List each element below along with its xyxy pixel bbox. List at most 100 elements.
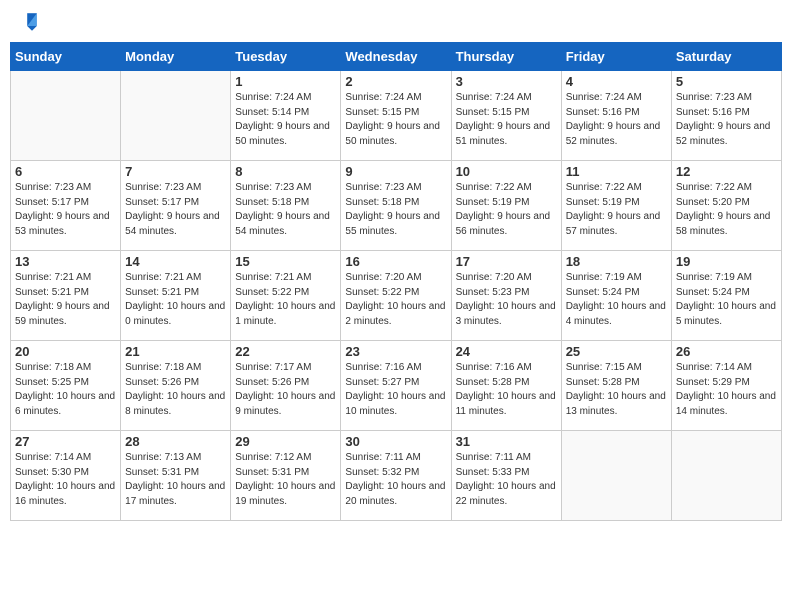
calendar-cell (11, 71, 121, 161)
day-info: Sunrise: 7:23 AM Sunset: 5:18 PM Dayligh… (345, 181, 446, 239)
day-header-thursday: Thursday (451, 43, 561, 71)
logo-icon (16, 10, 40, 34)
calendar-week-row: 1Sunrise: 7:24 AM Sunset: 5:14 PM Daylig… (11, 71, 782, 161)
calendar-header-row: SundayMondayTuesdayWednesdayThursdayFrid… (11, 43, 782, 71)
calendar-cell: 21 Sunrise: 7:18 AM Sunset: 5:26 PM Dayli… (121, 341, 231, 431)
calendar-cell: 10 Sunrise: 7:22 AM Sunset: 5:19 PM Dayli… (451, 161, 561, 251)
calendar-table: SundayMondayTuesdayWednesdayThursdayFrid… (10, 42, 782, 521)
calendar-cell: 15 Sunrise: 7:21 AM Sunset: 5:22 PM Dayli… (231, 251, 341, 341)
day-info: Sunrise: 7:11 AM Sunset: 5:32 PM Dayligh… (345, 451, 446, 509)
day-number: 19 (676, 254, 777, 269)
day-number: 5 (676, 74, 777, 89)
day-header-tuesday: Tuesday (231, 43, 341, 71)
calendar-week-row: 27Sunrise: 7:14 AM Sunset: 5:30 PM Dayli… (11, 431, 782, 521)
day-number: 16 (345, 254, 446, 269)
day-info: Sunrise: 7:22 AM Sunset: 5:19 PM Dayligh… (566, 181, 667, 239)
calendar-cell: 1Sunrise: 7:24 AM Sunset: 5:14 PM Daylig… (231, 71, 341, 161)
logo (14, 10, 40, 34)
calendar-cell: 13 Sunrise: 7:21 AM Sunset: 5:21 PM Dayli… (11, 251, 121, 341)
day-info: Sunrise: 7:17 AM Sunset: 5:26 PM Dayligh… (235, 361, 336, 419)
day-number: 24 (456, 344, 557, 359)
day-info: Sunrise: 7:18 AM Sunset: 5:26 PM Dayligh… (125, 361, 226, 419)
day-info: Sunrise: 7:16 AM Sunset: 5:28 PM Dayligh… (456, 361, 557, 419)
day-number: 22 (235, 344, 336, 359)
day-info: Sunrise: 7:22 AM Sunset: 5:19 PM Dayligh… (456, 181, 557, 239)
day-header-saturday: Saturday (671, 43, 781, 71)
day-info: Sunrise: 7:13 AM Sunset: 5:31 PM Dayligh… (125, 451, 226, 509)
day-number: 20 (15, 344, 116, 359)
calendar-cell: 26 Sunrise: 7:14 AM Sunset: 5:29 PM Dayli… (671, 341, 781, 431)
day-info: Sunrise: 7:20 AM Sunset: 5:23 PM Dayligh… (456, 271, 557, 329)
day-info: Sunrise: 7:21 AM Sunset: 5:21 PM Dayligh… (15, 271, 116, 329)
day-info: Sunrise: 7:21 AM Sunset: 5:21 PM Dayligh… (125, 271, 226, 329)
day-number: 17 (456, 254, 557, 269)
calendar-cell: 31 Sunrise: 7:11 AM Sunset: 5:33 PM Dayli… (451, 431, 561, 521)
calendar-cell: 23 Sunrise: 7:16 AM Sunset: 5:27 PM Dayli… (341, 341, 451, 431)
day-number: 7 (125, 164, 226, 179)
calendar-cell: 3 Sunrise: 7:24 AM Sunset: 5:15 PM Daylig… (451, 71, 561, 161)
day-header-friday: Friday (561, 43, 671, 71)
day-info: Sunrise: 7:20 AM Sunset: 5:22 PM Dayligh… (345, 271, 446, 329)
calendar-cell: 6 Sunrise: 7:23 AM Sunset: 5:17 PM Daylig… (11, 161, 121, 251)
day-info: Sunrise: 7:18 AM Sunset: 5:25 PM Dayligh… (15, 361, 116, 419)
day-number: 11 (566, 164, 667, 179)
day-info: Sunrise: 7:19 AM Sunset: 5:24 PM Dayligh… (676, 271, 777, 329)
day-number: 21 (125, 344, 226, 359)
day-number: 10 (456, 164, 557, 179)
day-info: Sunrise: 7:21 AM Sunset: 5:22 PM Dayligh… (235, 271, 336, 329)
calendar-cell: 5 Sunrise: 7:23 AM Sunset: 5:16 PM Daylig… (671, 71, 781, 161)
day-info: Sunrise: 7:16 AM Sunset: 5:27 PM Dayligh… (345, 361, 446, 419)
day-info: Sunrise: 7:24 AM Sunset: 5:16 PM Dayligh… (566, 91, 667, 149)
day-number: 9 (345, 164, 446, 179)
calendar-cell: 9 Sunrise: 7:23 AM Sunset: 5:18 PM Daylig… (341, 161, 451, 251)
day-number: 15 (235, 254, 336, 269)
day-number: 31 (456, 434, 557, 449)
calendar-cell: 16 Sunrise: 7:20 AM Sunset: 5:22 PM Dayli… (341, 251, 451, 341)
day-number: 23 (345, 344, 446, 359)
calendar-cell: 20 Sunrise: 7:18 AM Sunset: 5:25 PM Dayli… (11, 341, 121, 431)
calendar-cell: 7 Sunrise: 7:23 AM Sunset: 5:17 PM Daylig… (121, 161, 231, 251)
day-info: Sunrise: 7:22 AM Sunset: 5:20 PM Dayligh… (676, 181, 777, 239)
calendar-cell (671, 431, 781, 521)
day-number: 28 (125, 434, 226, 449)
calendar-cell: 17 Sunrise: 7:20 AM Sunset: 5:23 PM Dayli… (451, 251, 561, 341)
calendar-cell: 11 Sunrise: 7:22 AM Sunset: 5:19 PM Dayli… (561, 161, 671, 251)
calendar-week-row: 20 Sunrise: 7:18 AM Sunset: 5:25 PM Dayli… (11, 341, 782, 431)
day-info: Sunrise: 7:24 AM Sunset: 5:15 PM Dayligh… (456, 91, 557, 149)
calendar-cell (121, 71, 231, 161)
calendar-cell: 4Sunrise: 7:24 AM Sunset: 5:16 PM Daylig… (561, 71, 671, 161)
day-number: 2 (345, 74, 446, 89)
day-number: 25 (566, 344, 667, 359)
day-info: Sunrise: 7:19 AM Sunset: 5:24 PM Dayligh… (566, 271, 667, 329)
day-number: 14 (125, 254, 226, 269)
calendar-cell: 14 Sunrise: 7:21 AM Sunset: 5:21 PM Dayli… (121, 251, 231, 341)
day-info: Sunrise: 7:14 AM Sunset: 5:29 PM Dayligh… (676, 361, 777, 419)
calendar-cell: 30Sunrise: 7:11 AM Sunset: 5:32 PM Dayli… (341, 431, 451, 521)
day-number: 13 (15, 254, 116, 269)
day-info: Sunrise: 7:23 AM Sunset: 5:16 PM Dayligh… (676, 91, 777, 149)
day-header-monday: Monday (121, 43, 231, 71)
day-number: 3 (456, 74, 557, 89)
day-info: Sunrise: 7:12 AM Sunset: 5:31 PM Dayligh… (235, 451, 336, 509)
day-number: 29 (235, 434, 336, 449)
calendar-week-row: 13 Sunrise: 7:21 AM Sunset: 5:21 PM Dayli… (11, 251, 782, 341)
day-info: Sunrise: 7:24 AM Sunset: 5:15 PM Dayligh… (345, 91, 446, 149)
calendar-cell: 24 Sunrise: 7:16 AM Sunset: 5:28 PM Dayli… (451, 341, 561, 431)
calendar-cell: 18Sunrise: 7:19 AM Sunset: 5:24 PM Dayli… (561, 251, 671, 341)
day-info: Sunrise: 7:15 AM Sunset: 5:28 PM Dayligh… (566, 361, 667, 419)
day-info: Sunrise: 7:23 AM Sunset: 5:18 PM Dayligh… (235, 181, 336, 239)
calendar-cell: 2 Sunrise: 7:24 AM Sunset: 5:15 PM Daylig… (341, 71, 451, 161)
day-number: 6 (15, 164, 116, 179)
day-number: 12 (676, 164, 777, 179)
calendar-cell: 8 Sunrise: 7:23 AM Sunset: 5:18 PM Daylig… (231, 161, 341, 251)
calendar-cell: 28 Sunrise: 7:13 AM Sunset: 5:31 PM Dayli… (121, 431, 231, 521)
day-number: 8 (235, 164, 336, 179)
day-number: 26 (676, 344, 777, 359)
calendar-cell: 22 Sunrise: 7:17 AM Sunset: 5:26 PM Dayli… (231, 341, 341, 431)
day-info: Sunrise: 7:11 AM Sunset: 5:33 PM Dayligh… (456, 451, 557, 509)
day-info: Sunrise: 7:23 AM Sunset: 5:17 PM Dayligh… (125, 181, 226, 239)
day-header-wednesday: Wednesday (341, 43, 451, 71)
day-header-sunday: Sunday (11, 43, 121, 71)
day-info: Sunrise: 7:23 AM Sunset: 5:17 PM Dayligh… (15, 181, 116, 239)
calendar-cell: 29 Sunrise: 7:12 AM Sunset: 5:31 PM Dayli… (231, 431, 341, 521)
